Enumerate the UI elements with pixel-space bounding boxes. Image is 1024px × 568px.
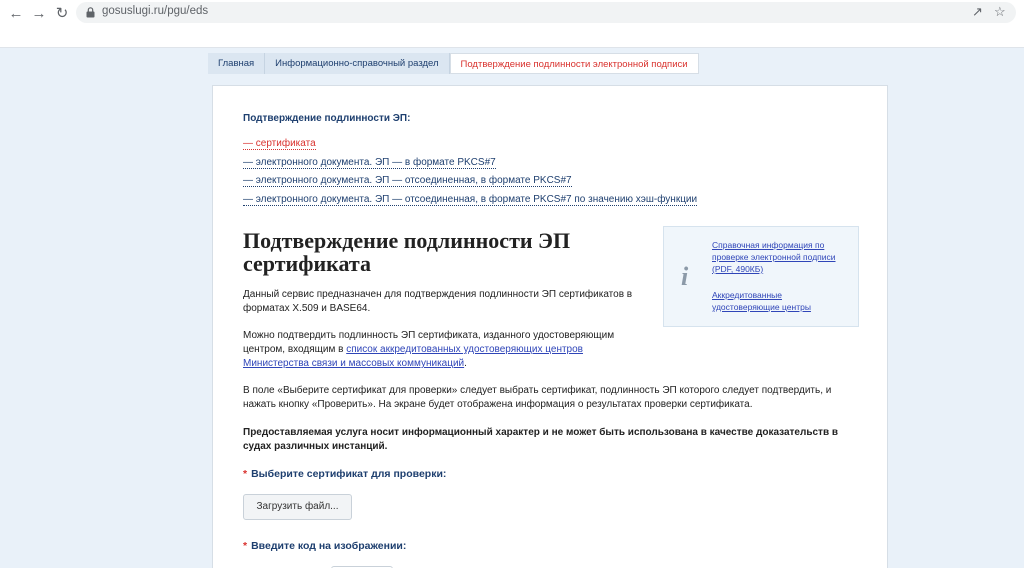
verification-type-links: — сертификата — электронного документа. …: [243, 138, 698, 212]
forward-arrow-icon[interactable]: →: [29, 4, 49, 24]
address-bar[interactable]: gosuslugi.ru/pgu/eds ↗ ☆: [76, 2, 1016, 23]
breadcrumb: Главная Информационно-справочный раздел …: [208, 53, 699, 74]
captcha-label: * Введите код на изображении:: [243, 540, 407, 552]
accredited-centers-paragraph: Можно подтвердить подлинность ЭП сертифи…: [243, 330, 615, 369]
breadcrumb-home[interactable]: Главная: [208, 53, 266, 74]
page-title: Подтверждение подлинности ЭП сертификата: [243, 228, 571, 276]
browser-toolbar: ← → ↻ gosuslugi.ru/pgu/eds ↗ ☆: [0, 0, 1024, 48]
link-document-pkcs7[interactable]: — электронного документа. ЭП — в формате…: [243, 156, 697, 169]
upload-file-button[interactable]: Загрузить файл...: [243, 494, 352, 520]
breadcrumb-info-section[interactable]: Информационно-справочный раздел: [265, 53, 450, 74]
reload-icon[interactable]: ↻: [52, 4, 72, 24]
info-icon: i: [681, 262, 689, 291]
link-document-detached-hash[interactable]: — электронного документа. ЭП — отсоедине…: [243, 193, 698, 206]
accredited-centers-info-link[interactable]: Аккредитованные удостоверяющие центры: [712, 289, 842, 313]
content-card: Подтверждение подлинности ЭП: — сертифик…: [212, 85, 888, 568]
reference-info-link[interactable]: Справочная информация по проверке электр…: [712, 239, 842, 275]
description-paragraph: Данный сервис предназначен для подтвержд…: [243, 289, 633, 314]
back-arrow-icon[interactable]: ←: [6, 4, 26, 24]
section-title: Подтверждение подлинности ЭП:: [243, 113, 411, 124]
link-certificate[interactable]: — сертификата: [243, 138, 697, 150]
instructions-paragraph: В поле «Выберите сертификат для проверки…: [243, 385, 832, 410]
select-certificate-label: * Выберите сертификат для проверки:: [243, 468, 447, 480]
disclaimer-paragraph: Предоставляемая услуга носит информацион…: [243, 427, 839, 452]
lock-icon: [86, 7, 95, 18]
url-text: gosuslugi.ru/pgu/eds: [102, 5, 209, 17]
breadcrumb-current: Подтверждение подлинности электронной по…: [449, 53, 699, 74]
star-icon[interactable]: ☆: [994, 4, 1006, 20]
info-box: i Справочная информация по проверке элек…: [663, 226, 859, 327]
link-document-detached[interactable]: — электронного документа. ЭП — отсоедине…: [243, 175, 697, 187]
share-icon[interactable]: ↗: [972, 4, 983, 20]
